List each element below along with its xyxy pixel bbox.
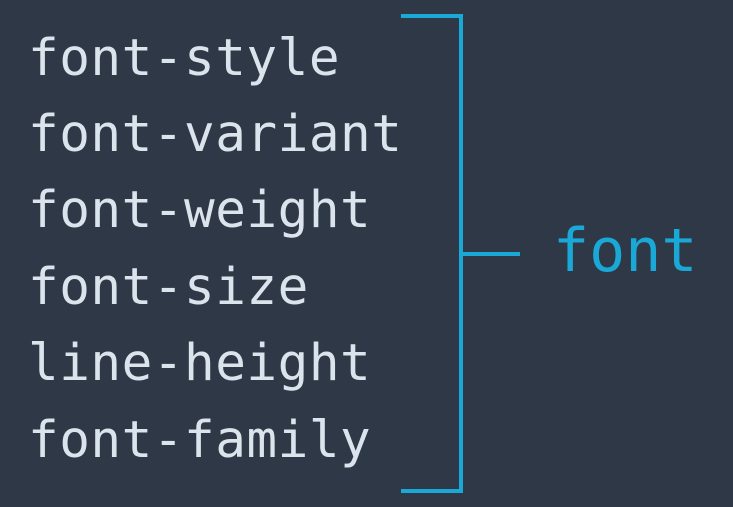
shorthand-property-label: font [553, 216, 698, 286]
bracket-line [401, 14, 463, 493]
diagram-canvas: font-style font-variant font-weight font… [0, 0, 733, 507]
